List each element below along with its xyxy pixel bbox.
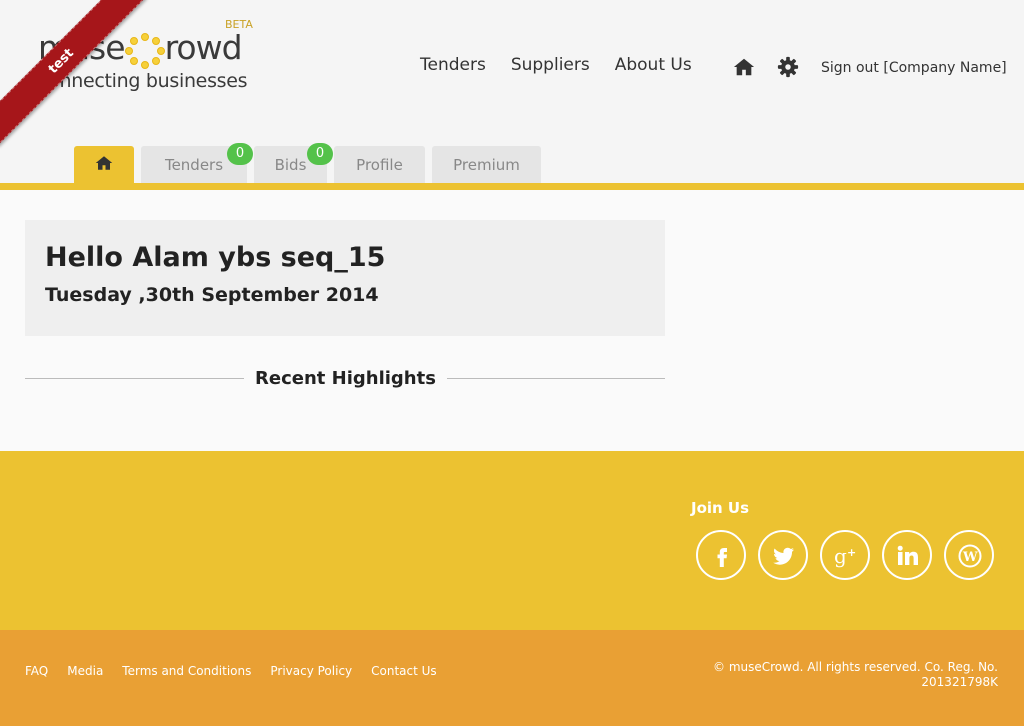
copyright-line: © museCrowd. All rights reserved. Co. Re… (713, 660, 998, 674)
linkedin-button[interactable] (882, 530, 932, 580)
tab-tenders-label: Tenders (164, 156, 224, 174)
header: muse rowd BETA connecting businesses tes… (0, 0, 1024, 190)
logo-word-right: rowd (164, 28, 243, 67)
tab-home[interactable] (74, 146, 134, 184)
footer-link-privacy[interactable]: Privacy Policy (270, 664, 352, 678)
tab-profile[interactable]: Profile (334, 146, 425, 184)
google-plus-button[interactable]: g + (820, 530, 870, 580)
nav-suppliers[interactable]: Suppliers (511, 55, 590, 75)
tab-underline-bar (0, 183, 1024, 190)
home-icon (95, 156, 113, 170)
footer-link-media[interactable]: Media (67, 664, 103, 678)
tab-premium[interactable]: Premium (432, 146, 541, 184)
tab-premium-label: Premium (453, 156, 520, 174)
svg-text:g: g (834, 544, 847, 568)
join-us-heading: Join Us (691, 499, 750, 517)
facebook-icon (717, 548, 727, 567)
svg-text:W: W (962, 550, 978, 565)
footer-link-faq[interactable]: FAQ (25, 664, 48, 678)
linkedin-icon (897, 545, 918, 565)
home-icon[interactable] (733, 56, 755, 78)
tab-bids-label: Bids (274, 156, 307, 174)
settings-gear-icon[interactable] (777, 56, 799, 78)
copyright-notice: © museCrowd. All rights reserved. Co. Re… (698, 660, 998, 690)
facebook-button[interactable] (696, 530, 746, 580)
footer-bottom: FAQ Media Terms and Conditions Privacy P… (0, 630, 1024, 726)
recent-highlights-heading: Recent Highlights (255, 368, 436, 389)
greeting-heading: Hello Alam ybs seq_15 (45, 242, 386, 273)
bids-count-badge: 0 (307, 143, 333, 165)
footer-links: FAQ Media Terms and Conditions Privacy P… (25, 664, 437, 678)
nav-about-us[interactable]: About Us (615, 55, 692, 75)
footer-social: Join Us g + W (0, 451, 1024, 630)
company-reg-number: 201321798K (921, 675, 998, 689)
main-content: Hello Alam ybs seq_15 Tuesday ,30th Sept… (0, 190, 1024, 451)
twitter-button[interactable] (758, 530, 808, 580)
google-plus-icon: g + (834, 544, 856, 568)
beta-label: BETA (225, 18, 253, 31)
twitter-icon (773, 547, 794, 565)
wordpress-button[interactable]: W (944, 530, 994, 580)
main-nav: Tenders Suppliers About Us (420, 55, 692, 75)
footer-link-contact[interactable]: Contact Us (371, 664, 437, 678)
divider-right (447, 378, 665, 379)
test-ribbon-label: test (0, 0, 146, 146)
test-ribbon: test (0, 0, 150, 150)
divider-left (25, 378, 244, 379)
tab-profile-label: Profile (356, 156, 403, 174)
footer-link-terms[interactable]: Terms and Conditions (122, 664, 251, 678)
tenders-count-badge: 0 (227, 143, 253, 165)
sign-out-link[interactable]: Sign out [Company Name] (821, 60, 1007, 76)
welcome-panel: Hello Alam ybs seq_15 Tuesday ,30th Sept… (25, 220, 665, 336)
current-date: Tuesday ,30th September 2014 (45, 284, 379, 306)
svg-text:+: + (847, 546, 856, 559)
wordpress-icon: W (958, 544, 982, 568)
nav-tenders[interactable]: Tenders (420, 55, 486, 75)
